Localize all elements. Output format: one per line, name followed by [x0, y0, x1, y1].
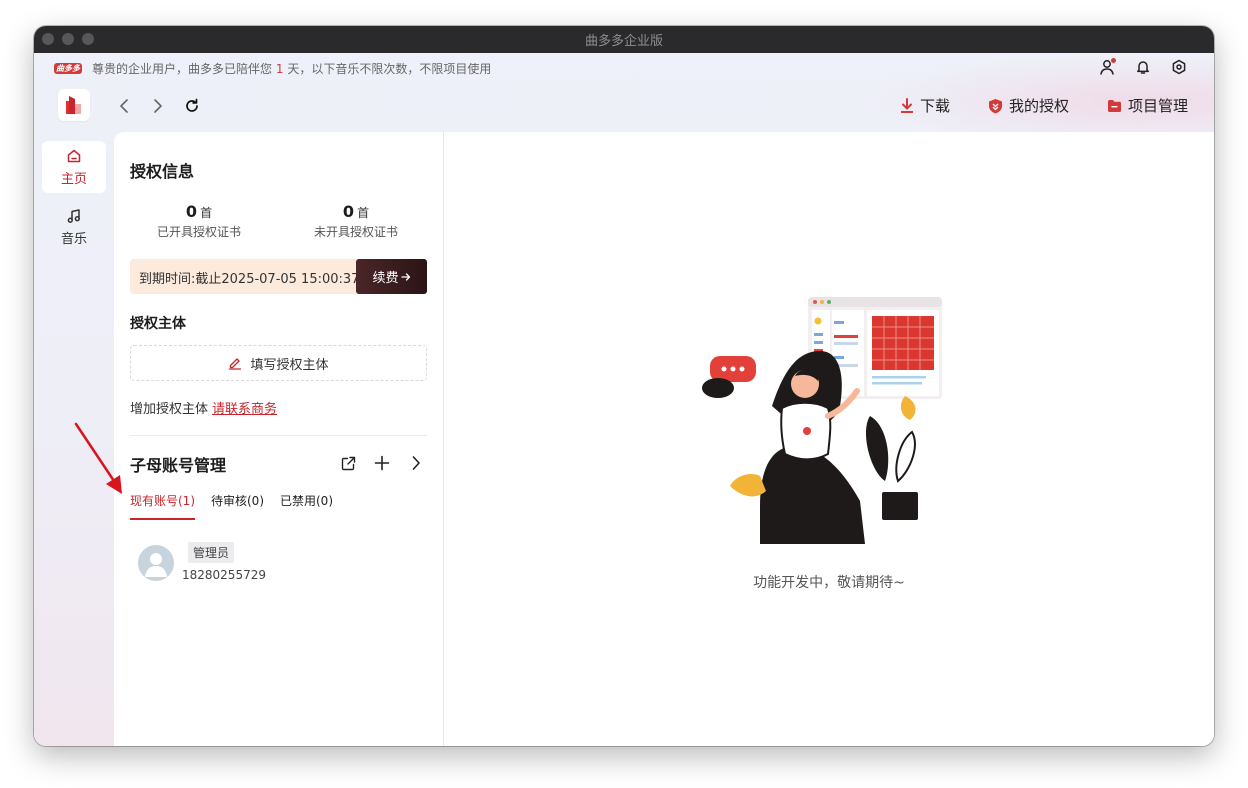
arrow-right-icon — [400, 272, 410, 281]
zoom-window-button[interactable] — [82, 33, 94, 45]
user-icon[interactable] — [1098, 58, 1116, 76]
avatar — [138, 545, 174, 581]
toolbar-actions: 下载 我的授权 项目管理 — [900, 95, 1188, 116]
toolbar: 下载 我的授权 项目管理 — [58, 89, 1188, 123]
tab-pending-review[interactable]: 待审核(0) — [211, 492, 264, 520]
navigation-buttons — [114, 97, 202, 115]
sidebar-item-label: 主页 — [60, 171, 87, 187]
tab-existing-accounts[interactable]: 现有账号(1) — [130, 492, 195, 520]
bell-icon[interactable] — [1134, 58, 1152, 76]
stat-unissued-unit: 首 — [357, 206, 370, 220]
stat-issued-label: 已开具授权证书 — [156, 225, 241, 239]
chevron-right-icon[interactable] — [407, 454, 425, 472]
my-license-button[interactable]: 我的授权 — [988, 95, 1069, 116]
close-window-button[interactable] — [42, 33, 54, 45]
notification-dot — [1111, 58, 1116, 63]
sidebar: 主页 音乐 — [42, 141, 106, 261]
fill-license-subject-button[interactable]: 填写授权主体 — [130, 345, 427, 381]
contact-business-link[interactable]: 请联系商务 — [212, 402, 277, 417]
license-subject-title: 授权主体 — [130, 316, 186, 332]
download-label: 下载 — [919, 97, 950, 115]
renew-button[interactable]: 续费 — [356, 259, 427, 294]
my-license-label: 我的授权 — [1008, 97, 1069, 115]
brand-badge: 曲多多 — [54, 62, 82, 74]
fill-license-subject-label: 填写授权主体 — [250, 357, 329, 373]
notice-days: 1 — [275, 61, 284, 76]
member-phone: 18280255729 — [182, 568, 266, 582]
sidebar-item-label: 音乐 — [60, 231, 87, 247]
project-management-button[interactable]: 项目管理 — [1107, 95, 1188, 116]
membership-notice: 曲多多 尊贵的企业用户，曲多多已陪伴您 1 天，以下音乐不限次数，不限项目使用 — [54, 59, 491, 77]
sidebar-item-home[interactable]: 主页 — [42, 141, 106, 193]
title-bar: 曲多多企业版 — [34, 26, 1214, 53]
window-controls — [42, 33, 94, 45]
add-subject-row: 增加授权主体 请联系商务 — [130, 398, 277, 417]
stat-unissued-value: 0 — [342, 202, 355, 221]
empty-state-text: 功能开发中，敬请期待~ — [753, 575, 905, 591]
license-panel: 授权信息 0首 已开具授权证书 0首 未开具授权证书 到期时间:截止2025-0… — [114, 132, 444, 746]
settings-icon[interactable] — [1170, 58, 1188, 76]
stat-unissued-label: 未开具授权证书 — [313, 225, 398, 239]
download-icon — [900, 97, 913, 113]
license-info-title: 授权信息 — [130, 162, 195, 181]
account-tabs: 现有账号(1) 待审核(0) 已禁用(0) — [130, 492, 333, 520]
project-management-label: 项目管理 — [1127, 97, 1188, 115]
account-actions — [339, 454, 425, 472]
header-icon-group — [1098, 58, 1188, 76]
refresh-icon[interactable] — [182, 97, 202, 115]
tab-disabled[interactable]: 已禁用(0) — [280, 492, 333, 520]
renew-label: 续费 — [372, 271, 399, 286]
folder-icon — [1107, 99, 1121, 112]
forward-icon[interactable] — [148, 97, 168, 115]
back-icon[interactable] — [114, 97, 134, 115]
music-note-icon — [67, 208, 80, 223]
under-development-illustration — [702, 297, 942, 544]
sidebar-item-music[interactable]: 音乐 — [42, 201, 106, 253]
edit-icon — [229, 358, 242, 370]
app-logo — [58, 89, 90, 121]
stat-unissued: 0首 未开具授权证书 — [281, 202, 431, 240]
download-button[interactable]: 下载 — [900, 95, 950, 116]
stat-issued: 0首 已开具授权证书 — [124, 202, 274, 240]
main-content: 功能开发中，敬请期待~ — [444, 132, 1214, 746]
external-link-icon[interactable] — [339, 454, 357, 472]
add-subject-text: 增加授权主体 — [130, 402, 209, 417]
shield-icon — [988, 98, 1002, 113]
notice-suffix: 天，以下音乐不限次数，不限项目使用 — [287, 61, 492, 76]
home-icon — [67, 149, 81, 162]
stat-issued-value: 0 — [185, 202, 198, 221]
notice-prefix: 尊贵的企业用户，曲多多已陪伴您 — [92, 61, 273, 76]
add-icon[interactable] — [373, 454, 391, 472]
accounts-title: 子母账号管理 — [130, 456, 227, 475]
minimize-window-button[interactable] — [62, 33, 74, 45]
stat-issued-unit: 首 — [200, 206, 213, 220]
expiry-text: 到期时间:截止2025-07-05 15:00:37 — [139, 272, 360, 287]
role-badge: 管理员 — [188, 542, 235, 563]
expiry-bar: 到期时间:截止2025-07-05 15:00:37 续费 — [130, 259, 427, 294]
section-divider — [130, 435, 427, 436]
app-window: 曲多多企业版 曲多多 尊贵的企业用户，曲多多已陪伴您 1 天，以下音乐不限次数，… — [34, 26, 1214, 746]
window-title: 曲多多企业版 — [584, 34, 663, 49]
